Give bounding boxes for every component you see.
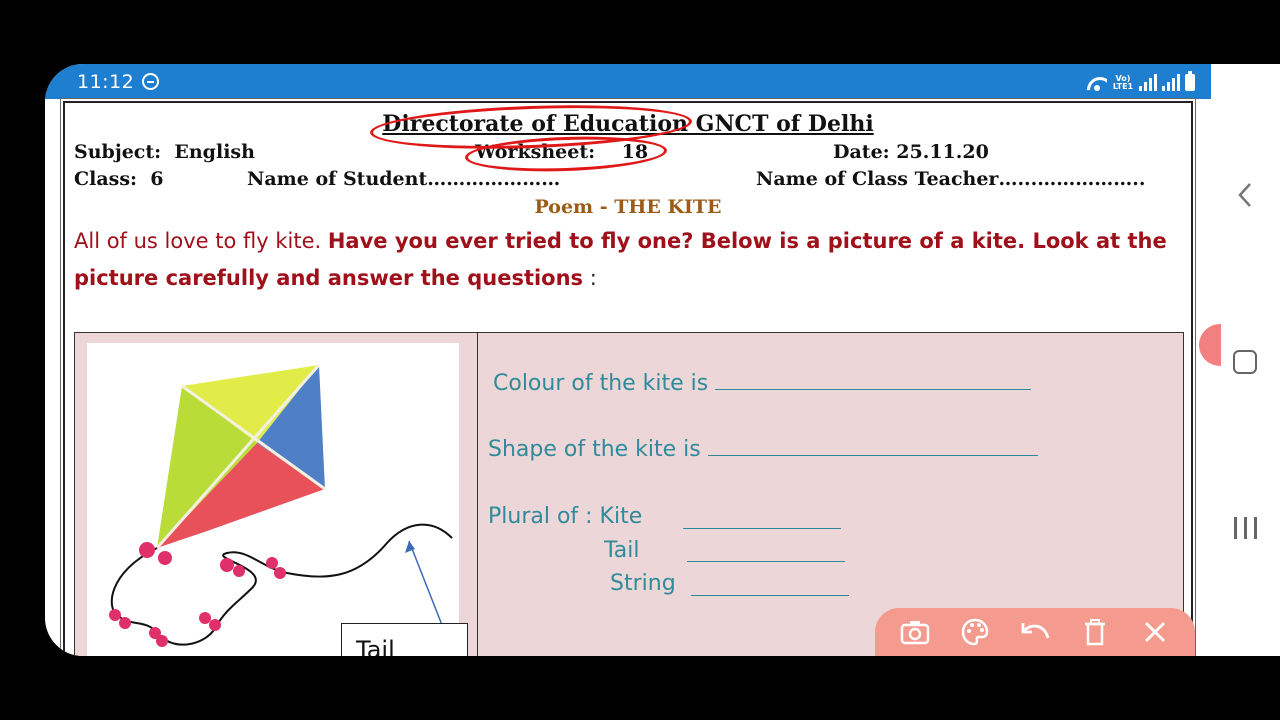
- kite-illustration: [109, 364, 453, 647]
- back-icon[interactable]: [1236, 180, 1254, 210]
- subject-value: English: [174, 141, 255, 163]
- question-plural-string-text: String: [610, 571, 676, 596]
- palette-icon[interactable]: [958, 615, 992, 649]
- class-teacher-label: Name of Class Teacher…...……………..: [756, 168, 1146, 190]
- home-icon[interactable]: [1233, 350, 1257, 374]
- question-shape: Shape of the kite is: [488, 437, 1038, 462]
- question-plural-kite-text: Plural of : Kite: [488, 504, 643, 529]
- close-icon[interactable]: [1138, 615, 1172, 649]
- intro-plain: All of us love to fly kite.: [74, 229, 322, 253]
- camera-icon[interactable]: [898, 615, 932, 649]
- volte-icon: Vo) LTE1: [1112, 74, 1134, 91]
- answer-blank-string[interactable]: [691, 595, 849, 596]
- status-icons: Vo) LTE1: [1087, 71, 1195, 91]
- undo-icon[interactable]: [1018, 615, 1052, 649]
- question-colour: Colour of the kite is: [493, 371, 1032, 396]
- signal-icon: [1139, 74, 1157, 91]
- answer-blank-kite[interactable]: [683, 528, 841, 529]
- do-not-disturb-icon: [142, 73, 160, 90]
- tail-label-box: Tail: [341, 623, 468, 656]
- question-plural-string: String: [610, 571, 676, 596]
- question-plural-tail: Tail: [604, 538, 640, 563]
- panel-divider: [477, 333, 478, 656]
- date-label: Date: 25.11.20: [833, 141, 989, 163]
- instructions-text: All of us love to fly kite. Have you eve…: [74, 223, 1174, 297]
- answer-blank-shape[interactable]: [707, 455, 1038, 456]
- question-colour-text: Colour of the kite is: [493, 371, 709, 396]
- question-plural-tail-text: Tail: [604, 538, 640, 563]
- trash-icon[interactable]: [1078, 615, 1112, 649]
- subject-row: Subject: English: [74, 141, 255, 163]
- kite-picture: [87, 343, 459, 656]
- wifi-icon: [1087, 75, 1107, 91]
- worksheet-document[interactable]: Directorate of Education GNCT of Delhi S…: [60, 98, 1196, 656]
- class-label: Class:: [74, 168, 138, 190]
- answer-blank-colour[interactable]: [715, 389, 1032, 390]
- tail-label: Tail: [356, 636, 395, 656]
- phone-screen: 11:12 Vo) LTE1 Directorate of Education …: [45, 64, 1280, 656]
- answer-blank-tail[interactable]: [687, 561, 845, 562]
- class-value: 6: [150, 168, 164, 190]
- signal-2-icon: [1162, 74, 1180, 91]
- intro-end: :: [583, 266, 597, 290]
- student-name-label: Name of Student…………………: [247, 168, 561, 190]
- poem-title: Poem - THE KITE: [534, 196, 722, 218]
- question-shape-text: Shape of the kite is: [488, 437, 701, 462]
- recents-icon[interactable]: [1233, 517, 1259, 539]
- subject-label: Subject:: [74, 141, 162, 163]
- battery-icon: [1185, 71, 1195, 91]
- status-bar: 11:12 Vo) LTE1: [45, 64, 1211, 99]
- screenshot-toolbar: [875, 608, 1195, 656]
- question-plural-kite: Plural of : Kite: [488, 504, 642, 529]
- class-row: Class: 6: [74, 168, 164, 190]
- status-time: 11:12: [77, 70, 135, 93]
